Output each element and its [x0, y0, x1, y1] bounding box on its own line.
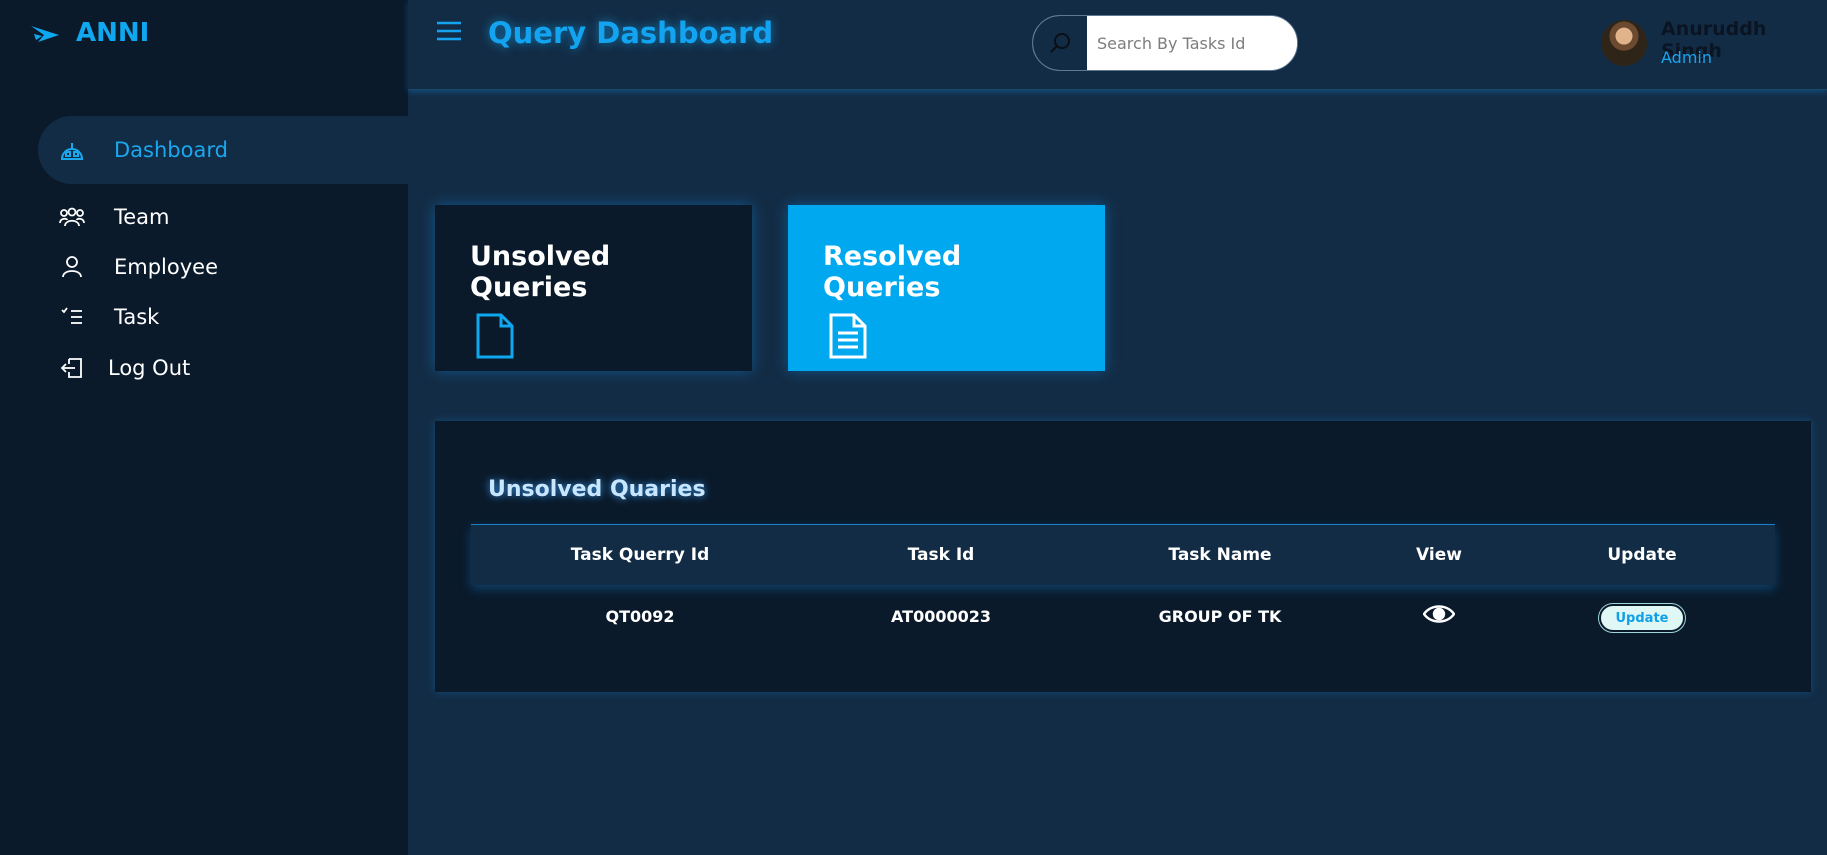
column-header-task-querry-id: Task Querry Id	[570, 545, 710, 565]
column-header-task-name: Task Name	[1168, 545, 1272, 565]
column-header-update: Update	[1607, 545, 1677, 565]
page-title: Query Dashboard	[488, 16, 774, 50]
sidebar-item-dashboard[interactable]: Dashboard	[38, 116, 408, 184]
column-header-view: View	[1416, 545, 1462, 565]
task-name-cell: GROUP OF TK	[1158, 607, 1282, 626]
resolved-queries-card[interactable]: Resolved Queries	[788, 205, 1105, 371]
sidebar-item-team[interactable]: Team	[38, 203, 170, 231]
sidebar-item-label: Employee	[114, 255, 219, 279]
view-eye-icon[interactable]	[1422, 603, 1456, 629]
card-title: Unsolved Queries	[470, 241, 611, 303]
task-id-cell: AT0000023	[891, 607, 991, 626]
logout-icon	[58, 354, 86, 382]
sidebar-item-label: Task	[114, 305, 160, 329]
search-box	[1032, 15, 1298, 71]
paper-plane-icon	[31, 26, 59, 42]
sidebar-item-label: Dashboard	[114, 138, 228, 162]
search-button[interactable]	[1033, 16, 1087, 70]
dashboard-icon	[58, 136, 86, 164]
sidebar-item-task[interactable]: Task	[38, 303, 159, 331]
column-header-task-id: Task Id	[907, 545, 975, 565]
task-list-icon	[58, 303, 86, 331]
update-button[interactable]: Update	[1599, 604, 1685, 632]
text-document-icon	[829, 313, 1070, 363]
sidebar-item-label: Team	[114, 205, 170, 229]
sidebar-item-employee[interactable]: Employee	[38, 253, 218, 281]
sidebar-item-label: Log Out	[108, 356, 191, 380]
top-header: Query Dashboard Anuruddh Singh Admin	[408, 0, 1827, 90]
team-icon	[58, 203, 86, 231]
sidebar-item-logout[interactable]: Log Out	[38, 354, 190, 382]
brand-logo[interactable]: ANNI	[30, 18, 149, 48]
unsolved-queries-panel: Unsolved Quaries Task Querry Id Task Id …	[435, 421, 1811, 692]
unsolved-queries-card[interactable]: Unsolved Queries	[435, 205, 752, 371]
sidebar: ANNI Dashboard Team Employee Task Log Ou…	[0, 0, 408, 855]
user-role: Admin	[1661, 48, 1712, 67]
user-icon	[58, 253, 86, 281]
task-query-id-cell: QT0092	[605, 607, 675, 626]
search-input[interactable]	[1087, 16, 1297, 70]
hamburger-menu-icon[interactable]	[436, 20, 462, 46]
avatar[interactable]	[1601, 20, 1647, 66]
blank-document-icon	[476, 313, 717, 363]
table-header: Task Querry Id Task Id Task Name View Up…	[471, 524, 1775, 585]
search-icon	[1050, 33, 1070, 53]
brand-name: ANNI	[76, 18, 150, 48]
card-title: Resolved Queries	[823, 241, 962, 303]
table-title: Unsolved Quaries	[488, 477, 706, 502]
table-row: QT0092 AT0000023 GROUP OF TK Update	[471, 585, 1775, 649]
